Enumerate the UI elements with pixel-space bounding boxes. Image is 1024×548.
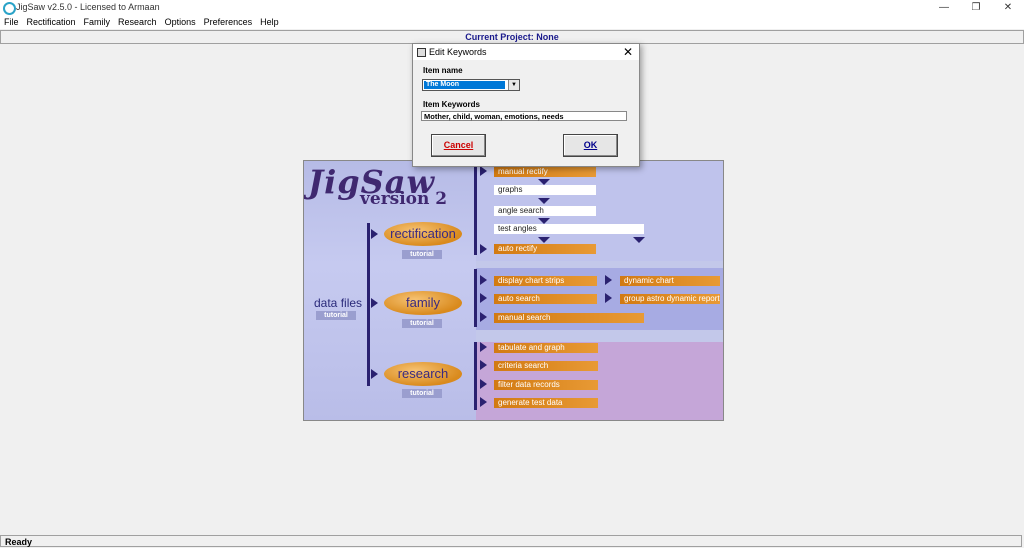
- arrow-right-icon: [605, 293, 612, 303]
- arrow-down-icon: [538, 237, 550, 243]
- research-tutorial[interactable]: tutorial: [402, 389, 442, 398]
- family-button[interactable]: family: [384, 291, 462, 315]
- angle-search-link[interactable]: angle search: [494, 206, 596, 216]
- test-angles-link[interactable]: test angles: [494, 224, 644, 234]
- research-button[interactable]: research: [384, 362, 462, 386]
- arrow-right-icon: [480, 275, 487, 285]
- arrow-right-icon: [605, 275, 612, 285]
- menu-research[interactable]: Research: [114, 16, 161, 29]
- arrow-right-icon: [480, 166, 487, 176]
- display-chart-strips-link[interactable]: display chart strips: [494, 276, 597, 286]
- manual-rectify-link[interactable]: manual rectify: [494, 167, 596, 177]
- auto-rectify-link[interactable]: auto rectify: [494, 244, 596, 254]
- dialog-title: Edit Keywords: [429, 47, 487, 57]
- window-title: JigSaw v2.5.0 - Licensed to Armaan: [16, 2, 160, 12]
- tabulate-and-graph-link[interactable]: tabulate and graph: [494, 343, 598, 353]
- rectification-tutorial[interactable]: tutorial: [402, 250, 442, 259]
- item-name-value: The Moon: [424, 81, 505, 89]
- arrow-right-icon: [480, 360, 487, 370]
- auto-search-link[interactable]: auto search: [494, 294, 597, 304]
- item-keywords-label: Item Keywords: [423, 100, 480, 109]
- item-keywords-input[interactable]: Mother, child, woman, emotions, needs: [421, 111, 627, 121]
- close-icon[interactable]: ✕: [623, 45, 633, 59]
- menu-preferences[interactable]: Preferences: [200, 16, 257, 29]
- ok-button[interactable]: OK: [563, 134, 618, 157]
- rectification-button[interactable]: rectification: [384, 222, 462, 246]
- version-label: version 2: [360, 189, 448, 209]
- cancel-button[interactable]: Cancel: [431, 134, 486, 157]
- minimize-button[interactable]: —: [928, 0, 960, 16]
- app-icon: [3, 2, 16, 15]
- arrow-right-icon: [371, 298, 378, 308]
- item-name-label: Item name: [423, 66, 463, 75]
- dialog-title-bar: Edit Keywords ✕: [413, 44, 639, 60]
- arrow-down-icon: [633, 237, 645, 243]
- dynamic-chart-link[interactable]: dynamic chart: [620, 276, 720, 286]
- data-files-label[interactable]: data files: [314, 296, 362, 310]
- menu-help[interactable]: Help: [256, 16, 283, 29]
- arrow-right-icon: [480, 293, 487, 303]
- arrow-right-icon: [480, 379, 487, 389]
- arrow-down-icon: [538, 198, 550, 204]
- data-files-tutorial[interactable]: tutorial: [316, 311, 356, 320]
- arrow-right-icon: [480, 397, 487, 407]
- menu-file[interactable]: File: [0, 16, 23, 29]
- edit-keywords-dialog: Edit Keywords ✕ Item name The Moon ▼ Ite…: [412, 43, 640, 167]
- dialog-icon: [417, 48, 426, 57]
- close-button[interactable]: ✕: [992, 0, 1024, 16]
- arrow-right-icon: [480, 342, 487, 352]
- menu-bar: File Rectification Family Research Optio…: [0, 16, 1024, 29]
- item-name-dropdown[interactable]: The Moon ▼: [422, 79, 520, 91]
- family-tutorial[interactable]: tutorial: [402, 319, 442, 328]
- menu-options[interactable]: Options: [161, 16, 200, 29]
- arrow-right-icon: [480, 244, 487, 254]
- manual-search-link[interactable]: manual search: [494, 313, 644, 323]
- graphs-link[interactable]: graphs: [494, 185, 596, 195]
- generate-test-data-link[interactable]: generate test data: [494, 398, 598, 408]
- arrow-right-icon: [371, 229, 378, 239]
- splash-panel: JigSaw version 2 data files tutorial rec…: [303, 160, 724, 421]
- criteria-search-link[interactable]: criteria search: [494, 361, 598, 371]
- group-astro-dynamic-report-link[interactable]: group astro dynamic report: [620, 294, 720, 304]
- status-bar: Ready: [0, 535, 1022, 547]
- chevron-down-icon[interactable]: ▼: [508, 80, 519, 90]
- menu-rectification[interactable]: Rectification: [23, 16, 80, 29]
- arrow-right-icon: [371, 369, 378, 379]
- menu-family[interactable]: Family: [80, 16, 115, 29]
- filter-data-records-link[interactable]: filter data records: [494, 380, 598, 390]
- restore-button[interactable]: ❐: [960, 0, 992, 16]
- arrow-right-icon: [480, 312, 487, 322]
- current-project-bar: Current Project: None: [0, 30, 1024, 44]
- data-files-line: [367, 223, 370, 386]
- title-bar: JigSaw v2.5.0 - Licensed to Armaan — ❐ ✕: [0, 0, 1024, 16]
